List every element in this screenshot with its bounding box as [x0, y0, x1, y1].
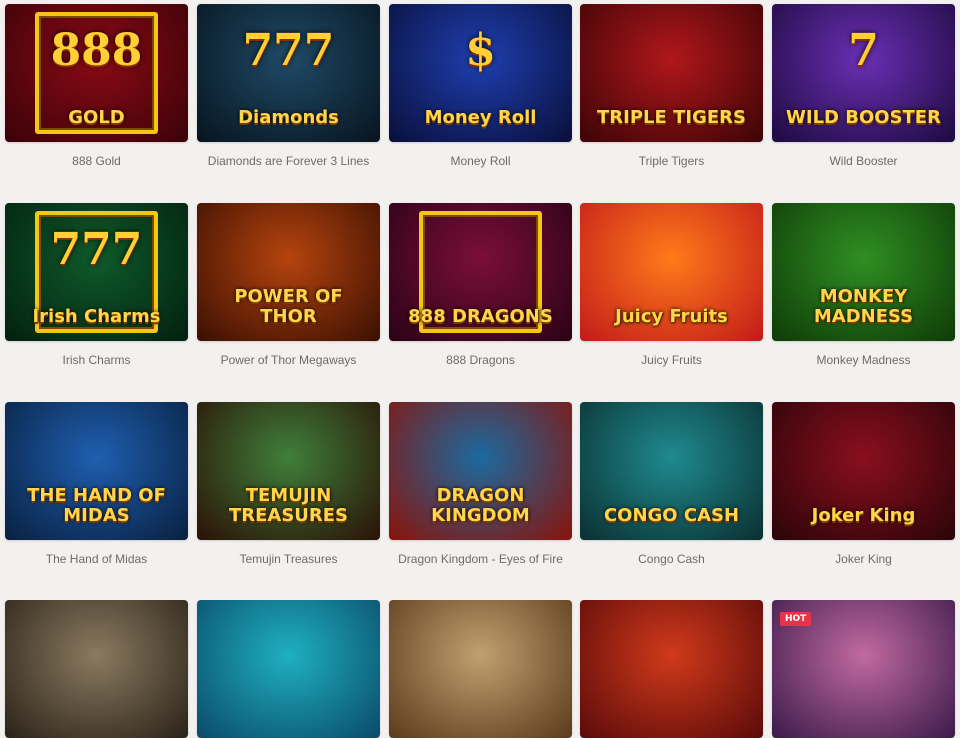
game-card[interactable] [389, 600, 572, 738]
game-title[interactable]: Wild Booster [772, 153, 955, 169]
game-title[interactable]: 888 Gold [5, 153, 188, 169]
game-art-symbol: 777 [50, 224, 143, 275]
game-art-symbol: $ [465, 25, 496, 76]
game-title[interactable]: Dragon Kingdom - Eyes of Fire [389, 551, 572, 567]
game-logo: TRIPLE TIGERS [597, 107, 746, 128]
game-card[interactable]: MONKEY MADNESS Monkey Madness [772, 203, 955, 368]
game-logo: THE HAND OF MIDAS [27, 485, 166, 526]
game-thumbnail[interactable]: TRIPLE TIGERS [580, 4, 763, 142]
game-card[interactable]: 7 WILD BOOSTER Wild Booster [772, 4, 955, 169]
game-card[interactable]: 777 Irish Charms Irish Charms [5, 203, 188, 368]
game-card[interactable]: 777 Diamonds Diamonds are Forever 3 Lines [197, 4, 380, 169]
game-card[interactable] [5, 600, 188, 738]
game-logo: Irish Charms [32, 306, 161, 327]
game-logo: POWER OF THOR [234, 286, 343, 327]
game-card[interactable]: DRAGON KINGDOM Dragon Kingdom - Eyes of F… [389, 402, 572, 567]
game-thumbnail[interactable]: 777 Diamonds [197, 4, 380, 142]
game-thumbnail[interactable]: 777 Irish Charms [5, 203, 188, 341]
game-title[interactable]: Irish Charms [5, 352, 188, 368]
game-card[interactable]: Juicy Fruits Juicy Fruits [580, 203, 763, 368]
game-thumbnail[interactable]: $ Money Roll [389, 4, 572, 142]
game-title[interactable]: Monkey Madness [772, 352, 955, 368]
game-title[interactable]: 888 Dragons [389, 352, 572, 368]
game-card[interactable]: HOT [772, 600, 955, 738]
game-card[interactable]: THE HAND OF MIDAS The Hand of Midas [5, 402, 188, 567]
game-thumbnail[interactable] [580, 600, 763, 738]
game-logo: 888 DRAGONS [408, 306, 553, 327]
game-title[interactable]: Power of Thor Megaways [197, 352, 380, 368]
game-logo: WILD BOOSTER [786, 107, 941, 128]
game-card[interactable]: CONGO CASH Congo Cash [580, 402, 763, 567]
game-thumbnail[interactable]: CONGO CASH [580, 402, 763, 540]
game-logo: CONGO CASH [603, 505, 740, 526]
game-logo: Diamonds [238, 107, 339, 128]
game-card[interactable] [197, 600, 380, 738]
game-thumbnail[interactable]: 888 GOLD [5, 4, 188, 142]
game-logo: GOLD [68, 107, 125, 128]
game-thumbnail[interactable]: THE HAND OF MIDAS [5, 402, 188, 540]
game-card[interactable]: TEMUJIN TREASURES Temujin Treasures [197, 402, 380, 567]
game-title[interactable]: Triple Tigers [580, 153, 763, 169]
game-card[interactable]: TRIPLE TIGERS Triple Tigers [580, 4, 763, 169]
game-title[interactable]: Money Roll [389, 153, 572, 169]
game-art-symbol: 777 [242, 25, 335, 76]
game-art-symbol: 7 [848, 25, 879, 76]
game-title[interactable]: Congo Cash [580, 551, 763, 567]
game-thumbnail[interactable]: TEMUJIN TREASURES [197, 402, 380, 540]
game-title[interactable]: Juicy Fruits [580, 352, 763, 368]
game-card[interactable]: Joker King Joker King [772, 402, 955, 567]
game-logo: TEMUJIN TREASURES [228, 485, 349, 526]
game-thumbnail[interactable] [389, 600, 572, 738]
hot-badge: HOT [780, 612, 812, 626]
game-card[interactable]: 888 GOLD 888 Gold [5, 4, 188, 169]
game-art-symbol: 888 [50, 25, 143, 76]
game-card[interactable] [580, 600, 763, 738]
game-logo: Money Roll [424, 107, 537, 128]
game-logo: DRAGON KINGDOM [431, 485, 530, 526]
game-title[interactable]: Temujin Treasures [197, 551, 380, 567]
game-thumbnail[interactable]: MONKEY MADNESS [772, 203, 955, 341]
game-thumbnail[interactable]: 7 WILD BOOSTER [772, 4, 955, 142]
game-thumbnail[interactable]: HOT [772, 600, 955, 738]
game-card[interactable]: POWER OF THOR Power of Thor Megaways [197, 203, 380, 368]
game-title[interactable]: Diamonds are Forever 3 Lines [197, 153, 380, 169]
game-title[interactable]: The Hand of Midas [5, 551, 188, 567]
game-thumbnail[interactable] [197, 600, 380, 738]
game-thumbnail[interactable]: Juicy Fruits [580, 203, 763, 341]
game-thumbnail[interactable]: DRAGON KINGDOM [389, 402, 572, 540]
game-card[interactable]: $ Money Roll Money Roll [389, 4, 572, 169]
game-title[interactable]: Joker King [772, 551, 955, 567]
game-logo: MONKEY MADNESS [813, 286, 914, 327]
game-thumbnail[interactable]: POWER OF THOR [197, 203, 380, 341]
game-thumbnail[interactable]: 888 DRAGONS [389, 203, 572, 341]
game-logo: Juicy Fruits [615, 306, 728, 327]
game-logo: Joker King [811, 505, 916, 526]
game-thumbnail[interactable] [5, 600, 188, 738]
game-card[interactable]: 888 DRAGONS 888 Dragons [389, 203, 572, 368]
game-thumbnail[interactable]: Joker King [772, 402, 955, 540]
